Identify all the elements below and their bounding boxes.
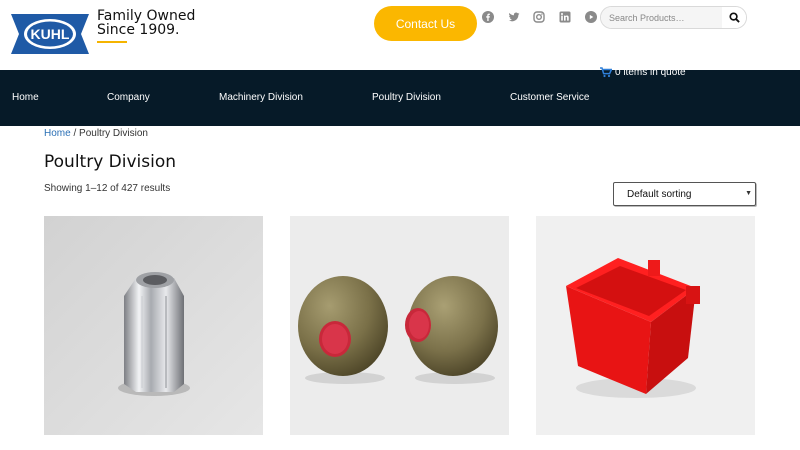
sorting-selected-value: Default sorting (627, 188, 692, 200)
tagline-underline (97, 41, 127, 43)
product-card-1[interactable] (44, 216, 263, 435)
product-card-2[interactable] (290, 216, 509, 435)
facebook-icon[interactable] (481, 10, 495, 24)
tagline-line-2: Since 1909. (97, 22, 180, 38)
search-button[interactable] (722, 7, 746, 28)
breadcrumb: Home / Poultry Division (44, 128, 148, 139)
sorting-select[interactable]: Default sorting ▼ (613, 182, 756, 206)
linkedin-icon[interactable] (558, 10, 572, 24)
search-form (600, 6, 747, 29)
nav-item-poultry-division[interactable]: Poultry Division (372, 92, 441, 103)
kuhl-logo[interactable]: KUHL (11, 14, 89, 54)
contact-us-button[interactable]: Contact Us (374, 6, 477, 41)
tagline-line-1: Family Owned (97, 8, 196, 24)
product-image-red-cup (536, 216, 755, 435)
nav-item-machinery-division[interactable]: Machinery Division (219, 92, 303, 103)
breadcrumb-home-link[interactable]: Home (44, 128, 71, 139)
breadcrumb-current: Poultry Division (79, 128, 148, 139)
cart-icon (600, 66, 612, 77)
search-input[interactable] (601, 7, 723, 28)
product-card-3[interactable] (536, 216, 755, 435)
nav-item-home[interactable]: Home (12, 92, 39, 103)
quote-cart-link[interactable]: 0 items in quote (600, 66, 686, 78)
top-header: KUHL Family Owned Since 1909. Contact Us (0, 0, 800, 70)
product-image-hex-coupling (44, 216, 263, 435)
result-count: Showing 1–12 of 427 results (44, 183, 171, 194)
svg-text:KUHL: KUHL (31, 26, 70, 42)
youtube-icon[interactable] (584, 10, 598, 24)
page-title: Poultry Division (44, 152, 177, 172)
quote-count-text: 0 items in quote (615, 66, 686, 78)
instagram-icon[interactable] (532, 10, 546, 24)
chevron-down-icon: ▼ (745, 190, 752, 197)
search-icon (728, 12, 740, 23)
product-image-drinker-balls (290, 216, 509, 435)
nav-item-company[interactable]: Company (107, 92, 150, 103)
twitter-icon[interactable] (507, 10, 521, 24)
nav-item-customer-service[interactable]: Customer Service (510, 92, 589, 103)
tagline: Family Owned Since 1909. (97, 9, 195, 37)
breadcrumb-separator: / (70, 128, 80, 139)
